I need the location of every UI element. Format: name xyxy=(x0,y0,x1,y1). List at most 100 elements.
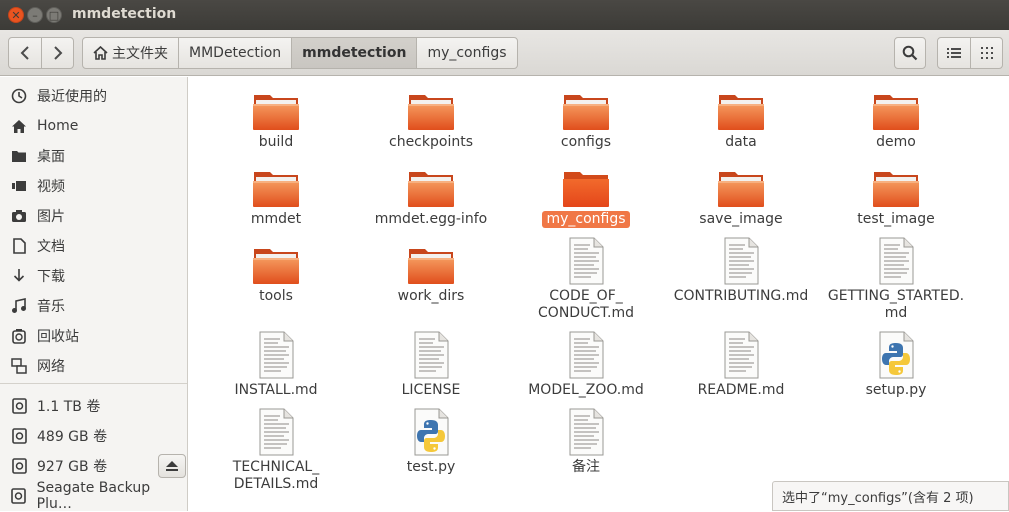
folder-item[interactable]: build xyxy=(201,91,351,151)
folder-item[interactable]: mmdet xyxy=(201,168,351,228)
window-title: mmdetection xyxy=(72,6,177,22)
folder-icon xyxy=(562,91,610,131)
sidebar-item-label: 1.1 TB 卷 xyxy=(37,399,101,415)
close-window-button[interactable]: ✕ xyxy=(8,7,24,23)
folder-item[interactable]: checkpoints xyxy=(356,91,506,151)
breadcrumb-current[interactable]: mmdetection xyxy=(291,38,417,68)
file-name: tools xyxy=(259,288,293,304)
folder-item[interactable]: data xyxy=(666,91,816,151)
history-navigation xyxy=(8,37,74,69)
sidebar-item-music[interactable]: 音乐 xyxy=(0,291,187,321)
file-name: CODE_OF_ CONDUCT.md xyxy=(538,288,634,321)
list-view-button[interactable] xyxy=(938,38,970,68)
folder-icon xyxy=(252,168,300,208)
breadcrumb-label: MMDetection xyxy=(189,45,282,61)
file-name: INSTALL.md xyxy=(234,382,318,398)
grid-view-button[interactable] xyxy=(970,38,1002,68)
forward-button[interactable] xyxy=(41,38,73,68)
sidebar-item-label: Seagate Backup Plu… xyxy=(36,480,151,512)
music-icon xyxy=(10,297,28,315)
search-button[interactable] xyxy=(894,37,926,69)
folder-item[interactable]: work_dirs xyxy=(356,245,506,305)
text-file-icon xyxy=(876,237,916,285)
sidebar-item-desktop[interactable]: 桌面 xyxy=(0,141,187,171)
title-bar: ✕ – □ mmdetection xyxy=(0,0,1009,30)
breadcrumb-my-configs[interactable]: my_configs xyxy=(416,38,516,68)
file-name: setup.py xyxy=(865,382,927,398)
folder-item[interactable]: mmdet.egg-info xyxy=(356,168,506,228)
text-file-icon xyxy=(566,237,606,285)
maximize-window-button[interactable]: □ xyxy=(46,7,62,23)
folder-icon xyxy=(407,245,455,285)
file-item[interactable]: CONTRIBUTING.md xyxy=(666,237,816,305)
file-item[interactable]: README.md xyxy=(666,331,816,399)
eject-button[interactable] xyxy=(158,454,186,478)
selection-status: 选中了“my_configs”(含有 2 项) xyxy=(772,481,1009,511)
file-item[interactable]: CODE_OF_ CONDUCT.md xyxy=(511,237,661,322)
search-icon xyxy=(902,45,918,61)
file-item[interactable]: TECHNICAL_ DETAILS.md xyxy=(201,408,351,493)
sidebar-item-seagate[interactable]: Seagate Backup Plu… xyxy=(0,480,187,512)
sidebar-item-pictures[interactable]: 图片 xyxy=(0,201,187,231)
file-item[interactable]: LICENSE xyxy=(356,331,506,399)
file-item[interactable]: setup.py xyxy=(821,331,971,399)
sidebar-item-recent[interactable]: 最近使用的 xyxy=(0,81,187,111)
folder-item[interactable]: demo xyxy=(821,91,971,151)
python-file-icon xyxy=(876,331,916,379)
file-name: LICENSE xyxy=(401,382,461,398)
text-file-icon xyxy=(721,331,761,379)
folder-item[interactable]: tools xyxy=(201,245,351,305)
file-grid: build checkpoints configs data demo mmde… xyxy=(189,77,1009,511)
eject-icon xyxy=(166,461,178,471)
folder-item[interactable]: test_image xyxy=(821,168,971,228)
file-item[interactable]: 备注 xyxy=(511,408,661,476)
sidebar-item-home[interactable]: Home xyxy=(0,111,187,141)
sidebar-item-label: 视频 xyxy=(37,179,65,195)
folder-icon xyxy=(872,91,920,131)
sidebar-item-label: 桌面 xyxy=(37,149,65,165)
sidebar-item-network[interactable]: 网络 xyxy=(0,351,187,381)
folder-item-selected[interactable]: my_configs xyxy=(511,168,661,228)
sidebar-item-volume-489gb[interactable]: 489 GB 卷 xyxy=(0,421,187,451)
minimize-window-button[interactable]: – xyxy=(27,7,43,23)
drive-icon xyxy=(10,457,28,475)
file-name: test_image xyxy=(857,211,935,227)
folder-item[interactable]: configs xyxy=(511,91,661,151)
sidebar-item-trash[interactable]: 回收站 xyxy=(0,321,187,351)
breadcrumb-home[interactable]: 主文件夹 xyxy=(83,38,178,68)
back-button[interactable] xyxy=(9,38,41,68)
sidebar-item-label: 网络 xyxy=(37,359,65,375)
view-toggle xyxy=(937,37,1003,69)
folder-icon xyxy=(407,91,455,131)
folder-icon xyxy=(252,245,300,285)
file-name: mmdet.egg-info xyxy=(374,211,488,227)
video-icon xyxy=(10,177,28,195)
sidebar-item-videos[interactable]: 视频 xyxy=(0,171,187,201)
file-item[interactable]: INSTALL.md xyxy=(201,331,351,399)
file-item[interactable]: test.py xyxy=(356,408,506,476)
file-name: demo xyxy=(876,134,916,150)
network-icon xyxy=(10,357,28,375)
folder-icon xyxy=(717,91,765,131)
sidebar-item-downloads[interactable]: 下载 xyxy=(0,261,187,291)
file-item[interactable]: MODEL_ZOO.md xyxy=(511,331,661,399)
sidebar-item-documents[interactable]: 文档 xyxy=(0,231,187,261)
file-name: my_configs xyxy=(542,211,630,228)
drive-icon xyxy=(10,397,28,415)
file-name: build xyxy=(258,134,294,150)
file-name: data xyxy=(725,134,757,150)
file-name: save_image xyxy=(699,211,783,227)
file-name: test.py xyxy=(406,459,456,475)
folder-item[interactable]: save_image xyxy=(666,168,816,228)
file-item[interactable]: GETTING_STARTED. md xyxy=(821,237,971,322)
text-file-icon xyxy=(566,331,606,379)
breadcrumb-label: my_configs xyxy=(427,45,507,61)
status-text: 选中了“my_configs”(含有 2 项) xyxy=(782,490,974,506)
breadcrumb-mmdetection-parent[interactable]: MMDetection xyxy=(178,38,291,68)
text-file-icon xyxy=(566,408,606,456)
drive-icon xyxy=(10,487,28,505)
chevron-right-icon xyxy=(53,46,62,60)
sidebar-item-label: 下载 xyxy=(37,269,65,285)
sidebar-divider xyxy=(0,383,187,384)
sidebar-item-volume-1tb[interactable]: 1.1 TB 卷 xyxy=(0,391,187,421)
